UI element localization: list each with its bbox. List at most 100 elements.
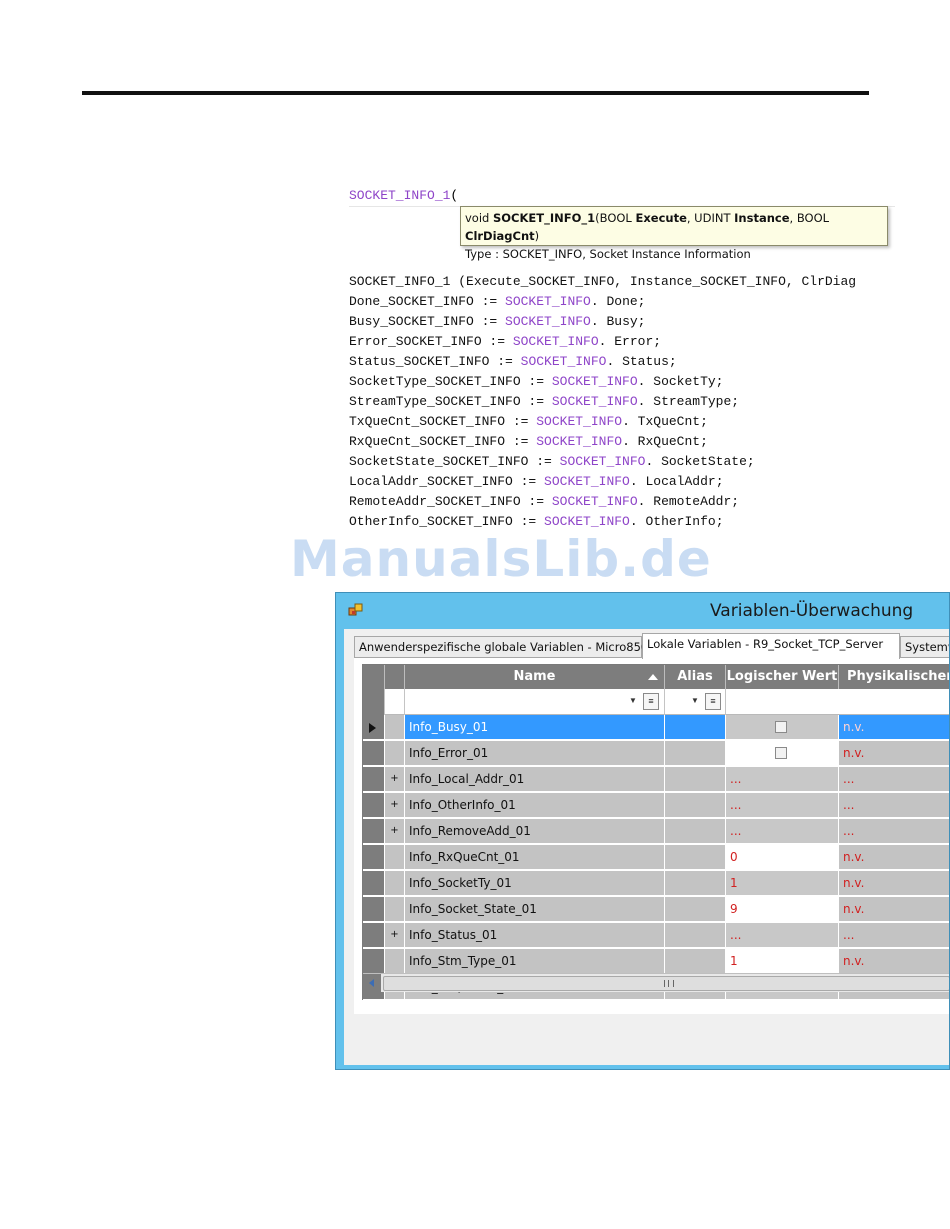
table-row[interactable]: + Info_OtherInfo_01...... bbox=[363, 793, 949, 819]
variable-name[interactable]: Info_Status_01 bbox=[405, 923, 665, 948]
column-header-name[interactable]: Name bbox=[405, 665, 665, 689]
code-line: RxQueCnt_SOCKET_INFO := SOCKET_INFO. RxQ… bbox=[349, 432, 950, 452]
variable-name[interactable]: Info_Error_01 bbox=[405, 741, 665, 766]
logical-value-cell[interactable]: ... bbox=[726, 793, 839, 818]
logical-value-cell[interactable]: 9 bbox=[726, 897, 839, 922]
logical-value-cell[interactable]: 0 bbox=[726, 845, 839, 870]
value-checkbox[interactable] bbox=[775, 747, 787, 759]
alias-cell[interactable] bbox=[665, 845, 726, 870]
alias-cell[interactable] bbox=[665, 949, 726, 974]
expand-cell bbox=[385, 871, 405, 896]
row-selector[interactable] bbox=[363, 923, 385, 948]
code-text: . SocketTy; bbox=[637, 374, 724, 389]
variable-name[interactable]: Info_SocketTy_01 bbox=[405, 871, 665, 896]
expand-icon[interactable]: + bbox=[385, 767, 405, 792]
code-text: . Done; bbox=[590, 294, 646, 309]
code-text: RxQueCnt_SOCKET_INFO := bbox=[349, 434, 537, 449]
expand-cell bbox=[385, 949, 405, 974]
alias-cell[interactable] bbox=[665, 715, 726, 740]
tab-1[interactable]: Lokale Variablen - R9_Socket_TCP_Server bbox=[642, 633, 900, 659]
physical-value-cell: n.v. bbox=[839, 897, 949, 922]
table-row[interactable]: Info_Error_01 n.v. bbox=[363, 741, 949, 767]
table-row[interactable]: + Info_Status_01...... bbox=[363, 923, 949, 949]
row-selector[interactable] bbox=[363, 871, 385, 896]
logical-value-cell[interactable]: ... bbox=[726, 923, 839, 948]
alias-cell[interactable] bbox=[665, 871, 726, 896]
logical-value-cell[interactable] bbox=[726, 715, 839, 740]
logical-value-cell[interactable]: ... bbox=[726, 819, 839, 844]
alias-cell[interactable] bbox=[665, 923, 726, 948]
code-line: Error_SOCKET_INFO := SOCKET_INFO. Error; bbox=[349, 332, 950, 352]
variable-name[interactable]: Info_Stm_Type_01 bbox=[405, 949, 665, 974]
expand-icon[interactable]: + bbox=[385, 923, 405, 948]
code-line: OtherInfo_SOCKET_INFO := SOCKET_INFO. Ot… bbox=[349, 512, 950, 532]
code-text: . Status; bbox=[606, 354, 677, 369]
tab-2[interactable]: Systemv bbox=[900, 636, 949, 658]
row-selector[interactable] bbox=[363, 741, 385, 766]
row-selector[interactable] bbox=[363, 715, 385, 740]
table-row[interactable]: + Info_Local_Addr_01...... bbox=[363, 767, 949, 793]
tab-0[interactable]: Anwenderspezifische globale Variablen - … bbox=[354, 636, 648, 658]
window-titlebar[interactable]: Variablen-Überwachung bbox=[336, 593, 949, 629]
row-selector[interactable] bbox=[363, 819, 385, 844]
variables-grid: Name Alias Logischer Wert Physikalischer… bbox=[362, 664, 949, 1000]
variable-name[interactable]: Info_Local_Addr_01 bbox=[405, 767, 665, 792]
alias-cell[interactable] bbox=[665, 767, 726, 792]
logical-value-cell[interactable]: 1 bbox=[726, 949, 839, 974]
expand-cell bbox=[385, 845, 405, 870]
tooltip-sep2: , BOOL bbox=[789, 211, 830, 225]
scroll-left-icon[interactable] bbox=[363, 974, 381, 992]
horizontal-scrollbar[interactable] bbox=[363, 973, 949, 992]
row-selector[interactable] bbox=[363, 767, 385, 792]
code-reference: SOCKET_INFO bbox=[559, 454, 646, 469]
name-filter-button-icon[interactable]: ≡ bbox=[643, 693, 659, 710]
table-row[interactable]: Info_Socket_State_01 9 n.v. bbox=[363, 897, 949, 923]
code-line: Status_SOCKET_INFO := SOCKET_INFO. Statu… bbox=[349, 352, 950, 372]
table-row[interactable]: + Info_RemoveAdd_01...... bbox=[363, 819, 949, 845]
row-selector[interactable] bbox=[363, 793, 385, 818]
code-reference: SOCKET_INFO bbox=[505, 294, 591, 309]
expand-cell bbox=[385, 715, 405, 740]
table-row[interactable]: Info_SocketTy_01 1 n.v. bbox=[363, 871, 949, 897]
logical-value-cell[interactable]: 1 bbox=[726, 871, 839, 896]
column-header-logical-value[interactable]: Logischer Wert bbox=[726, 665, 839, 689]
tooltip-type-line: Type : SOCKET_INFO, Socket Instance Info… bbox=[465, 247, 751, 261]
code-line: StreamType_SOCKET_INFO := SOCKET_INFO. S… bbox=[349, 392, 950, 412]
table-row[interactable]: Info_Busy_01 n.v. bbox=[363, 715, 949, 741]
code-text: . Error; bbox=[598, 334, 662, 349]
expand-icon[interactable]: + bbox=[385, 793, 405, 818]
column-header-physical-value[interactable]: Physikalischer W bbox=[839, 665, 949, 689]
expand-icon[interactable]: + bbox=[385, 819, 405, 844]
variable-name[interactable]: Info_Busy_01 bbox=[405, 715, 665, 740]
logical-value-cell[interactable]: ... bbox=[726, 767, 839, 792]
physical-value-cell: n.v. bbox=[839, 741, 949, 766]
table-row[interactable]: Info_RxQueCnt_01 0 n.v. bbox=[363, 845, 949, 871]
tooltip-function-name: SOCKET_INFO_1 bbox=[493, 211, 596, 225]
alias-cell[interactable] bbox=[665, 793, 726, 818]
row-selector[interactable] bbox=[363, 897, 385, 922]
alias-cell[interactable] bbox=[665, 819, 726, 844]
row-selector[interactable] bbox=[363, 845, 385, 870]
editor-input-line[interactable]: SOCKET_INFO_1( bbox=[349, 186, 895, 207]
column-header-name-label: Name bbox=[513, 669, 556, 684]
alias-cell[interactable] bbox=[665, 897, 726, 922]
logical-value-cell[interactable] bbox=[726, 741, 839, 766]
code-line: LocalAddr_SOCKET_INFO := SOCKET_INFO. Lo… bbox=[349, 472, 950, 492]
alias-cell[interactable] bbox=[665, 741, 726, 766]
name-filter-cell[interactable]: ▼ ≡ bbox=[405, 689, 665, 715]
row-selector[interactable] bbox=[363, 949, 385, 974]
name-filter-dropdown-icon[interactable]: ▼ bbox=[629, 696, 637, 705]
variable-name[interactable]: Info_RemoveAdd_01 bbox=[405, 819, 665, 844]
window-client: Anwenderspezifische globale Variablen - … bbox=[344, 629, 949, 1065]
variable-name[interactable]: Info_Socket_State_01 bbox=[405, 897, 665, 922]
value-checkbox[interactable] bbox=[775, 721, 787, 733]
column-header-alias[interactable]: Alias bbox=[665, 665, 726, 689]
variable-name[interactable]: Info_OtherInfo_01 bbox=[405, 793, 665, 818]
alias-filter-cell[interactable]: ▼ ≡ bbox=[665, 689, 726, 715]
scrollbar-thumb[interactable] bbox=[383, 976, 949, 991]
table-row[interactable]: Info_Stm_Type_01 1 n.v. bbox=[363, 949, 949, 975]
code-text: SocketType_SOCKET_INFO := bbox=[349, 374, 552, 389]
variable-name[interactable]: Info_RxQueCnt_01 bbox=[405, 845, 665, 870]
alias-filter-dropdown-icon[interactable]: ▼ bbox=[691, 696, 699, 705]
alias-filter-button-icon[interactable]: ≡ bbox=[705, 693, 721, 710]
